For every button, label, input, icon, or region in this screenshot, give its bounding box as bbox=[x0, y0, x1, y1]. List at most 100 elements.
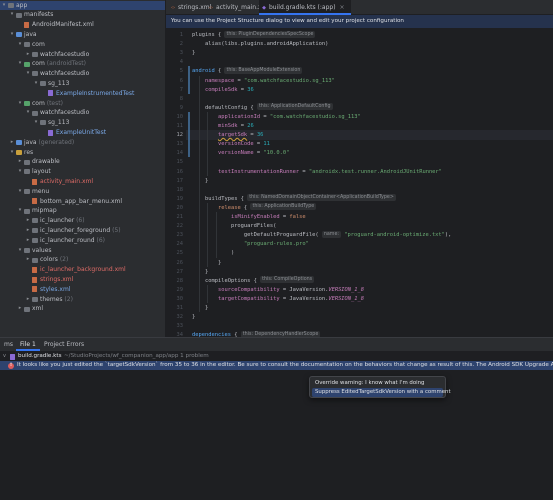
chevron-down-icon[interactable]: ▾ bbox=[1, 1, 7, 11]
file-icon bbox=[48, 90, 53, 97]
tree-item[interactable]: ▾ sg_113 bbox=[0, 118, 165, 128]
tree-item[interactable]: ▾ com bbox=[0, 40, 165, 50]
chevron-right-icon[interactable]: ▸ bbox=[9, 138, 15, 148]
problems-tab[interactable]: Project Errors bbox=[40, 338, 88, 351]
chevron-down-icon[interactable]: ▾ bbox=[17, 246, 23, 256]
folder-icon bbox=[8, 2, 14, 8]
chevron-down-icon[interactable]: ▾ bbox=[17, 40, 23, 50]
tree-item-note: (5) bbox=[110, 226, 121, 234]
tree-item[interactable]: ic_launcher_background.xml bbox=[0, 265, 165, 275]
tree-item[interactable]: ▾ mipmap bbox=[0, 206, 165, 216]
tree-item[interactable]: ▸ xml bbox=[0, 304, 165, 314]
chevron-down-icon[interactable]: ▾ bbox=[9, 10, 15, 20]
tree-item-note: (generated) bbox=[36, 138, 75, 146]
chevron-right-icon[interactable]: ▸ bbox=[17, 304, 23, 314]
project-tree[interactable]: ▾ app ▾ manifests AndroidManifest.xml ▾ java ▾ c… bbox=[0, 0, 166, 337]
tree-item[interactable]: ▾ res bbox=[0, 148, 165, 158]
code-line[interactable]: dependencies { this: DependencyHandlerSc… bbox=[192, 330, 321, 337]
tree-item[interactable]: ExampleUnitTest bbox=[0, 128, 165, 138]
chevron-down-icon[interactable]: v bbox=[3, 352, 6, 361]
tree-item[interactable]: ▸ ic_launcher (6) bbox=[0, 216, 165, 226]
tree-item[interactable]: ▸ colors (2) bbox=[0, 255, 165, 265]
change-marker[interactable] bbox=[188, 66, 190, 94]
tree-item-label: com bbox=[32, 40, 45, 48]
problems-tab[interactable]: File 1 bbox=[16, 338, 40, 351]
folder-icon bbox=[32, 51, 38, 57]
code-line[interactable]: } bbox=[192, 176, 208, 186]
tree-item[interactable]: ▸ ic_launcher_round (6) bbox=[0, 236, 165, 246]
code-line[interactable]: } bbox=[192, 48, 195, 58]
code-line[interactable]: alias(libs.plugins.androidApplication) bbox=[192, 39, 328, 49]
quick-fix-option[interactable]: Suppress EditedTargetSdkVersion with a c… bbox=[312, 388, 451, 397]
change-marker[interactable] bbox=[188, 111, 190, 158]
problem-file-row[interactable]: v build.gradle.kts ~/StudioProjects/wf_c… bbox=[0, 352, 553, 361]
tree-item[interactable]: styles.xml bbox=[0, 285, 165, 295]
tree-item[interactable]: AndroidManifest.xml bbox=[0, 20, 165, 30]
tree-item[interactable]: ▸ watchfacestudio bbox=[0, 50, 165, 60]
tree-item-note: (6) bbox=[74, 217, 85, 225]
tree-item[interactable]: activity_main.xml bbox=[0, 177, 165, 187]
tree-item-label: AndroidManifest.xml bbox=[32, 21, 94, 29]
chevron-right-icon[interactable]: ▸ bbox=[25, 295, 31, 305]
code-line[interactable]: targetCompatibility = JavaVersion.VERSIO… bbox=[192, 294, 364, 304]
chevron-right-icon[interactable]: ▸ bbox=[25, 236, 31, 246]
chevron-down-icon[interactable]: ▾ bbox=[33, 79, 39, 89]
chevron-down-icon[interactable]: ▾ bbox=[25, 69, 31, 79]
tree-item[interactable]: ▾ layout bbox=[0, 167, 165, 177]
tree-item-label: sg_113 bbox=[48, 79, 70, 87]
tree-item[interactable]: ▾ menu bbox=[0, 187, 165, 197]
chevron-right-icon[interactable]: ▸ bbox=[25, 255, 31, 265]
tree-item[interactable]: bottom_app_bar_menu.xml bbox=[0, 197, 165, 207]
chevron-down-icon[interactable]: ▾ bbox=[33, 118, 39, 128]
problem-message-row[interactable]: ! It looks like you just edited the `tar… bbox=[0, 361, 553, 370]
tree-item[interactable]: ▾ app bbox=[0, 0, 165, 11]
tree-item[interactable]: ▾ com (test) bbox=[0, 99, 165, 109]
chevron-right-icon[interactable]: ▸ bbox=[25, 216, 31, 226]
chevron-down-icon[interactable]: ▾ bbox=[17, 99, 23, 109]
chevron-down-icon[interactable]: ▾ bbox=[17, 59, 23, 69]
editor-tab[interactable]: ◆ build.gradle.kts (:app) × bbox=[259, 0, 351, 15]
code-editor[interactable]: 1 2 3 4 5 6 7 8 9 10 11 12 13 14 15 16 17 18 19 20 21 22 23 24 2… bbox=[166, 28, 553, 337]
tree-item[interactable]: ▸ themes (2) bbox=[0, 295, 165, 305]
tree-item[interactable]: ▸ java (generated) bbox=[0, 138, 165, 148]
chevron-down-icon[interactable]: ▾ bbox=[25, 108, 31, 118]
chevron-right-icon[interactable]: ▸ bbox=[17, 157, 23, 167]
chevron-down-icon[interactable]: ▾ bbox=[17, 187, 23, 197]
problems-tab[interactable]: ms bbox=[0, 338, 17, 351]
file-icon bbox=[32, 266, 37, 273]
tree-item[interactable]: ▾ watchfacestudio bbox=[0, 69, 165, 79]
editor-tab[interactable]: ‹› strings.xml bbox=[168, 0, 211, 15]
tree-item-label: strings.xml bbox=[40, 275, 74, 283]
code-line[interactable]: testInstrumentationRunner = "androidx.te… bbox=[192, 167, 442, 177]
line-number-gutter[interactable]: 1 2 3 4 5 6 7 8 9 10 11 12 13 14 15 16 17 18 19 20 21 22 23 24 2… bbox=[166, 28, 186, 337]
folder-icon bbox=[24, 41, 30, 47]
tree-item[interactable]: ▾ sg_113 bbox=[0, 79, 165, 89]
tree-item[interactable]: ▸ drawable bbox=[0, 157, 165, 167]
chevron-right-icon[interactable]: ▸ bbox=[25, 50, 31, 60]
folder-icon bbox=[32, 257, 38, 263]
tree-item[interactable]: ▸ ic_launcher_foreground (5) bbox=[0, 226, 165, 236]
tree-item[interactable]: strings.xml bbox=[0, 275, 165, 285]
tree-item[interactable]: ExampleInstrumentedTest bbox=[0, 89, 165, 99]
project-structure-banner[interactable]: You can use the Project Structure dialog… bbox=[166, 15, 553, 28]
tree-item[interactable]: ▾ java bbox=[0, 30, 165, 40]
tree-item-label: watchfacestudio bbox=[40, 109, 90, 117]
folder-icon bbox=[24, 169, 30, 175]
chevron-right-icon[interactable]: ▸ bbox=[25, 226, 31, 236]
quick-fix-option[interactable]: Override warning: I know what I'm doing bbox=[312, 379, 443, 388]
tree-item[interactable]: ▾ manifests bbox=[0, 10, 165, 20]
file-icon bbox=[24, 21, 29, 28]
tree-item[interactable]: ▾ watchfacestudio bbox=[0, 108, 165, 118]
tree-item[interactable]: ▾ com (androidTest) bbox=[0, 59, 165, 69]
line-number[interactable]: 34 bbox=[166, 330, 184, 337]
close-icon[interactable]: × bbox=[340, 4, 345, 11]
chevron-down-icon[interactable]: ▾ bbox=[9, 148, 15, 158]
chevron-down-icon[interactable]: ▾ bbox=[9, 30, 15, 40]
code-line[interactable]: compileSdk = 36 bbox=[192, 85, 254, 95]
chevron-down-icon[interactable]: ▾ bbox=[17, 167, 23, 177]
code-line[interactable]: versionName = "10.0.0" bbox=[192, 148, 289, 158]
file-icon bbox=[48, 129, 53, 136]
tree-item[interactable]: ▾ values bbox=[0, 246, 165, 256]
code-line[interactable]: } bbox=[192, 312, 195, 322]
chevron-down-icon[interactable]: ▾ bbox=[17, 206, 23, 216]
